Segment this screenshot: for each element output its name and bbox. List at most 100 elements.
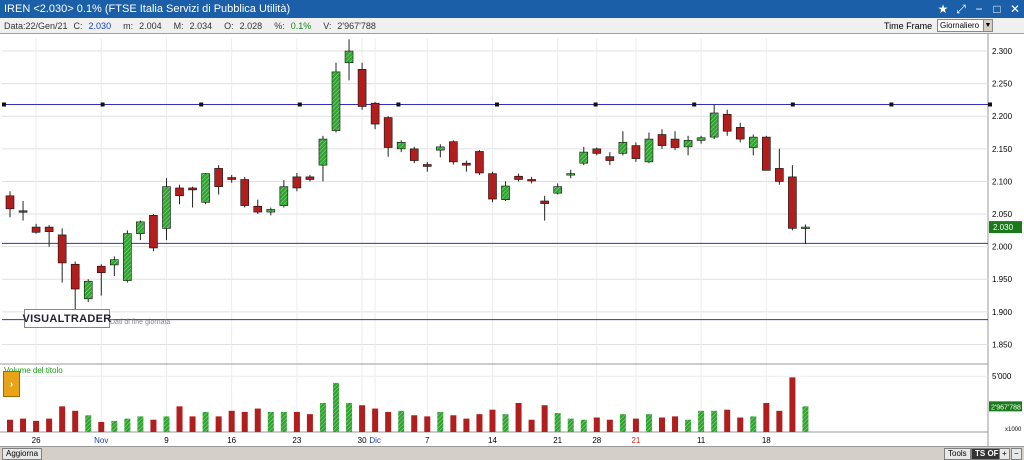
- x-tick-label: 21: [631, 436, 640, 445]
- candlestick: [540, 195, 549, 221]
- candle-body: [396, 142, 406, 150]
- y-tick-label: 2.100: [992, 177, 1013, 186]
- volume-bar: [632, 418, 639, 432]
- minimize-icon[interactable]: −: [970, 0, 988, 18]
- candlestick: [735, 122, 745, 143]
- y-tick-label: 2.200: [992, 112, 1013, 121]
- candle-body: [383, 117, 393, 148]
- volume-bar: [7, 419, 13, 432]
- candlestick: [240, 176, 250, 208]
- y-tick-label: 2.250: [992, 80, 1013, 89]
- candle-body: [540, 200, 549, 204]
- x-tick-label: Dic: [369, 436, 381, 445]
- candlestick: [605, 152, 615, 166]
- volume-bar: [137, 416, 144, 432]
- x-tick-label: 16: [227, 436, 236, 445]
- candlestick: [709, 104, 719, 140]
- x-tick-label: 30: [358, 436, 367, 445]
- volume-bar: [463, 418, 470, 432]
- line-handle: [692, 102, 697, 107]
- candlestick: [305, 174, 315, 182]
- volume-bar: [150, 419, 157, 432]
- volume-bar: [267, 411, 274, 432]
- candle-body: [227, 177, 236, 180]
- candlestick: [188, 186, 197, 208]
- candlestick: [175, 184, 184, 205]
- volume-bar: [776, 410, 783, 432]
- zoom-in-button[interactable]: +: [999, 448, 1010, 460]
- x-tick-label: 11: [697, 436, 706, 445]
- candle-body: [266, 209, 276, 213]
- candle-body: [370, 102, 380, 125]
- window-titlebar: IREN <2.030> 0.1% (FTSE Italia Servizi d…: [0, 0, 1024, 18]
- chart-area[interactable]: 1.850 1.900 1.950 2.000 2.050 2.100 2.150 2.200…: [0, 34, 1024, 446]
- volume-bar: [293, 411, 300, 432]
- candlestick: [344, 39, 354, 81]
- candle-body: [214, 168, 223, 187]
- volume-bar: [802, 406, 809, 432]
- candle-body: [5, 195, 15, 210]
- volume-bar: [280, 411, 287, 432]
- candlestick: [449, 140, 458, 165]
- candle-body: [44, 226, 54, 232]
- candle-body: [670, 138, 680, 148]
- chevron-down-icon[interactable]: ▼: [983, 20, 992, 31]
- pct-readout: %: 0.1%: [274, 20, 312, 31]
- candle-body: [31, 226, 41, 233]
- zoom-out-button[interactable]: −: [1011, 448, 1022, 460]
- volume-bar: [424, 416, 431, 432]
- candlestick: [253, 199, 263, 215]
- volume-readout: V: 2'967'788: [323, 20, 376, 31]
- volume-bar: [254, 408, 261, 432]
- line-handle: [790, 102, 795, 107]
- candlestick: [123, 230, 132, 283]
- candlestick: [592, 147, 602, 156]
- candle-body: [318, 138, 328, 166]
- volume-bar: [59, 406, 66, 432]
- line-handle: [988, 102, 992, 107]
- window-title: IREN <2.030> 0.1% (FTSE Italia Servizi d…: [4, 3, 291, 15]
- min-readout: m: 2.004: [123, 20, 162, 31]
- volume-bar: [111, 420, 118, 432]
- candle-body: [801, 226, 810, 229]
- detach-icon[interactable]: ⤢: [952, 0, 970, 18]
- candle-body: [722, 113, 732, 132]
- volume-bar: [333, 382, 339, 432]
- bottom-toolbar: Aggiorna Tools TS OFF + −: [0, 446, 1024, 460]
- candle-body: [605, 156, 615, 161]
- volume-bar: [711, 410, 718, 432]
- aggiorna-button[interactable]: Aggiorna: [2, 448, 43, 460]
- x-tick-label: 23: [292, 436, 301, 445]
- volume-bar: [789, 377, 796, 432]
- candlestick: [396, 140, 406, 153]
- candle-body: [748, 136, 758, 148]
- volume-bar: [163, 416, 170, 432]
- volume-bar: [372, 408, 379, 432]
- volume-bar: [319, 403, 326, 432]
- candle-body: [527, 179, 536, 182]
- candle-body: [136, 221, 145, 234]
- volume-bar: [685, 419, 692, 432]
- close-readout: C: 2.030: [73, 20, 112, 31]
- side-panel-toggle[interactable]: ›: [3, 371, 20, 397]
- volume-bar: [346, 403, 353, 432]
- close-icon[interactable]: ✕: [1006, 0, 1024, 18]
- candle-body: [357, 68, 367, 107]
- last-price-label: 2.030: [993, 223, 1014, 232]
- candlestick: [527, 176, 536, 184]
- date-readout: Data:22/Gen/21: [4, 20, 68, 31]
- volume-bar: [450, 415, 457, 432]
- candlestick: [370, 101, 380, 130]
- candlestick: [5, 191, 15, 218]
- favorite-icon[interactable]: ★: [934, 0, 952, 18]
- price-chart-svg[interactable]: 1.850 1.900 1.950 2.000 2.050 2.100 2.150 2.200…: [0, 34, 1024, 446]
- volume-bar: [20, 418, 27, 432]
- maximize-icon[interactable]: □: [988, 0, 1006, 18]
- volume-bar: [85, 415, 92, 432]
- x-tick-label: Nov: [94, 436, 108, 445]
- candle-body: [566, 173, 576, 176]
- candlestick: [214, 165, 223, 195]
- candlestick: [83, 279, 93, 303]
- candlestick: [462, 160, 471, 172]
- tools-button[interactable]: Tools: [944, 448, 971, 460]
